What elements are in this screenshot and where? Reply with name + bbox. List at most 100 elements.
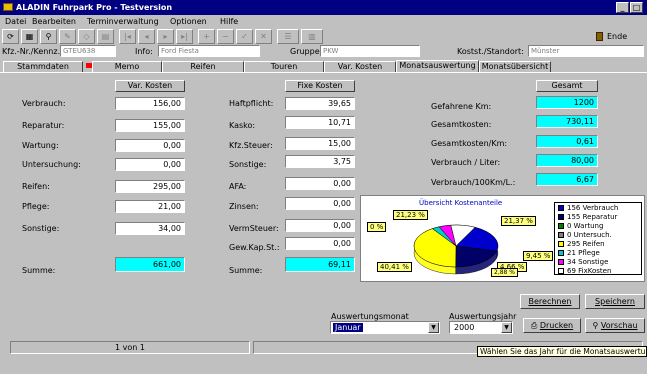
fix-row-label: Kfz.Steuer: — [229, 141, 273, 150]
gesamtkosten-km-value: 0,61 — [536, 135, 598, 148]
menu-terminverwaltung[interactable]: Terminverwaltung — [87, 15, 159, 28]
var-row-label: Wartung: — [22, 141, 59, 150]
berechnen-button[interactable]: Berechnen — [520, 294, 580, 309]
vermsteuer-value: 0,00 — [285, 219, 355, 232]
pct-label-fixkosten: 9,45 % — [523, 251, 554, 261]
drucken-label: Drucken — [539, 321, 574, 330]
eraser-icon[interactable]: ◇ — [78, 29, 95, 44]
minimize-button[interactable]: _ — [616, 2, 629, 13]
legend-item: 0 Untersuch. — [558, 232, 612, 239]
gruppe-field[interactable]: PKW — [320, 45, 420, 57]
tab-var-kosten[interactable]: Var. Kosten — [324, 61, 396, 72]
tab-stammdaten[interactable]: Stammdaten — [3, 61, 83, 72]
sonstige-var-value: 34,00 — [115, 222, 185, 235]
monat-select[interactable]: Januar ▼ — [330, 321, 440, 334]
verbrauch-100km-value: 6,67 — [536, 173, 598, 186]
legend-item: 156 Verbrauch — [558, 205, 618, 212]
table-icon[interactable]: ▤ — [97, 29, 114, 44]
jahr-select[interactable]: 2000 ▼ — [449, 321, 513, 334]
info-field[interactable]: Ford Fiesta — [158, 45, 260, 57]
gesamt-row-label: Gesamtkosten: — [431, 120, 492, 129]
var-row-label: Pflege: — [22, 202, 50, 211]
tab-memo[interactable]: Memo — [92, 61, 162, 72]
tab-reifen[interactable]: Reifen — [162, 61, 244, 72]
new-icon[interactable]: ⟳ — [2, 29, 19, 44]
fix-row-label: Gew.Kap.St.: — [229, 243, 280, 252]
app-logo-icon — [3, 3, 13, 11]
tab-monatsuebersicht[interactable]: Monatsübersicht — [479, 61, 551, 72]
kasko-value: 10,71 — [285, 116, 355, 129]
chevron-down-icon[interactable]: ▼ — [501, 322, 512, 333]
legend-swatch — [558, 223, 564, 229]
chevron-down-icon[interactable]: ▼ — [428, 322, 439, 333]
next-icon[interactable]: ▸ — [157, 29, 174, 44]
kfz-field[interactable]: GTEU638 — [60, 45, 116, 57]
legend-label: 155 Reparatur — [567, 213, 618, 221]
add-icon[interactable]: + — [198, 29, 215, 44]
preview-icon[interactable]: ▦ — [21, 29, 38, 44]
gesamt-row-label: Gefahrene Km: — [431, 102, 492, 111]
edit-icon[interactable]: ✓ — [236, 29, 253, 44]
gruppe-label: Gruppe: — [290, 47, 323, 56]
drucken-button[interactable]: ⎙ Drucken — [523, 318, 581, 333]
legend-item: 295 Reifen — [558, 241, 605, 248]
legend-swatch — [558, 268, 564, 274]
legend-label: 156 Verbrauch — [567, 204, 619, 212]
verbrauch-liter-value: 80,00 — [536, 154, 598, 167]
legend-swatch — [558, 241, 564, 247]
fix-row-label: Zinsen: — [229, 202, 259, 211]
untersuchung-value: 0,00 — [115, 158, 185, 171]
ende-label: Ende — [607, 32, 628, 41]
legend-swatch — [558, 214, 564, 220]
pflege-value: 21,00 — [115, 200, 185, 213]
kostenstelle-field[interactable]: Münster — [528, 45, 644, 57]
gefahrene-km-value: 1200 — [536, 96, 598, 109]
legend-label: 69 FixKosten — [567, 267, 612, 275]
kfz-steuer-value: 15,00 — [285, 137, 355, 150]
menu-hilfe[interactable]: Hilfe — [220, 15, 238, 28]
speichern-button[interactable]: Speichern — [585, 294, 645, 309]
gewkapst-value: 0,00 — [285, 237, 355, 250]
menu-bearbeiten[interactable]: Bearbeiten — [32, 15, 76, 28]
fix-row-label: Sonstige: — [229, 160, 267, 169]
fix-summe-value: 69,11 — [285, 257, 355, 272]
first-icon[interactable]: |◂ — [119, 29, 136, 44]
vorschau-button[interactable]: ⚲ Vorschau — [585, 318, 645, 333]
fix-row-label: VermSteuer: — [229, 224, 279, 233]
kostenstelle-label: Kostst./Standort: — [457, 47, 524, 56]
maximize-button[interactable]: □ — [630, 2, 643, 13]
list-icon[interactable]: ☰ — [277, 29, 299, 44]
wartung-value: 0,00 — [115, 139, 185, 152]
window-title: ALADIN Fuhrpark Pro - Testversion — [16, 3, 173, 12]
legend-swatch — [558, 259, 564, 265]
record-counter: 1 von 1 — [10, 341, 250, 354]
info-label: Info: — [135, 47, 153, 56]
legend-item: 0 Wartung — [558, 223, 603, 230]
find-icon[interactable]: ⚲ — [40, 29, 57, 44]
fix-row-label: AFA: — [229, 182, 247, 191]
tab-bar: Stammdaten Memo Reifen Touren Var. Koste… — [0, 60, 647, 72]
legend-item: 69 FixKosten — [558, 268, 611, 275]
menu-optionen[interactable]: Optionen — [170, 15, 207, 28]
fix-row-label: Haftpflicht: — [229, 99, 274, 108]
delete-icon[interactable]: − — [217, 29, 234, 44]
menu-datei[interactable]: Datei — [5, 15, 26, 28]
tab-monatsauswertung[interactable]: Monatsauswertung — [396, 60, 479, 72]
tab-touren[interactable]: Touren — [244, 61, 324, 72]
var-row-label: Reparatur: — [22, 121, 65, 130]
prev-icon[interactable]: ◂ — [138, 29, 155, 44]
legend-label: 0 Untersuch. — [567, 231, 612, 239]
vorschau-label: Vorschau — [600, 321, 638, 330]
kfz-label: Kfz.-Nr./Kennz. — [2, 47, 61, 56]
cancel-icon[interactable]: ✕ — [255, 29, 272, 44]
legend-swatch — [558, 250, 564, 256]
last-icon[interactable]: ▸| — [176, 29, 193, 44]
fix-row-label: Kasko: — [229, 121, 256, 130]
ende-button[interactable]: Ende — [596, 30, 644, 43]
wizard-icon[interactable]: ✎ — [59, 29, 76, 44]
fixe-kosten-header: Fixe Kosten — [285, 80, 355, 92]
monat-label: Auswertungsmonat — [331, 312, 409, 321]
chart-icon[interactable]: ▥ — [301, 29, 323, 44]
menu-bar: Datei Bearbeiten Terminverwaltung Option… — [0, 15, 647, 28]
pct-label-reifen: 40,41 % — [377, 262, 412, 272]
